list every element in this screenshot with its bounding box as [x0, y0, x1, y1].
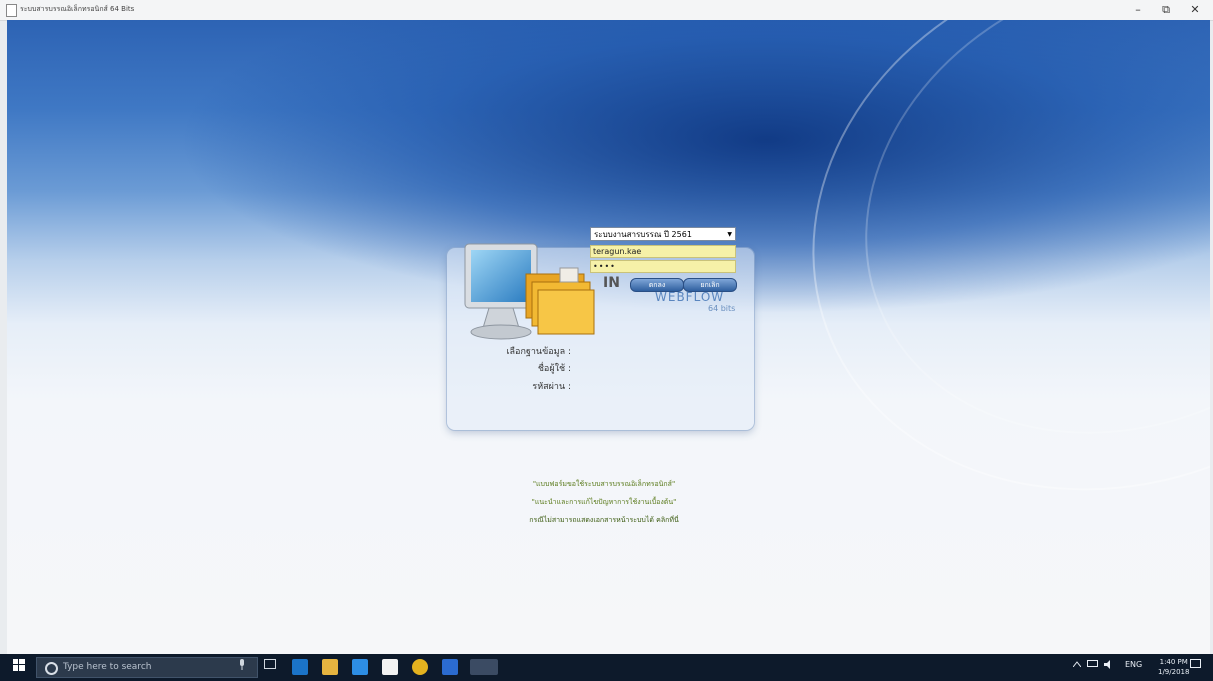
chrome-icon[interactable]	[412, 659, 428, 675]
password-label: รหัสผ่าน :	[532, 382, 571, 392]
minimize-button[interactable]: –	[1124, 1, 1152, 19]
chevron-down-icon: ▼	[727, 231, 732, 238]
database-label: เลือกฐานข้อมูล :	[506, 347, 571, 357]
password-field[interactable]: ••••	[590, 260, 736, 273]
troubleshooting-link[interactable]: "แนะนำและการแก้ไขปัญหาการใช้งานเบื้องต้น…	[460, 493, 748, 511]
username-label: ชื่อผู้ใช้ :	[537, 364, 571, 374]
clock-date: 1/9/2018	[1158, 668, 1190, 676]
volume-icon[interactable]	[1104, 660, 1115, 671]
microphone-icon[interactable]	[234, 659, 250, 675]
windows-start-icon[interactable]	[8, 659, 30, 677]
language-indicator[interactable]: ENG	[1125, 660, 1142, 669]
window-title: ระบบสารบรรณอิเล็กทรอนิกส์ 64 Bits	[20, 5, 135, 13]
brand-bits: 64 bits	[708, 304, 736, 313]
page-icon	[6, 4, 17, 17]
window-titlebar: ระบบสารบรรณอิเล็กทรอนิกส์ 64 Bits – ⧉ ✕	[0, 0, 1213, 21]
tray-chevron-icon[interactable]	[1072, 660, 1082, 669]
brand-logo: WEBFLOW	[655, 290, 725, 304]
taskbar-clock[interactable]: 1:40 PM 1/9/2018	[1158, 657, 1189, 677]
task-view-icon[interactable]	[262, 659, 278, 675]
document-display-help-link[interactable]: กรณีไม่สามารถแสดงเอกสารหน้าระบบได้ คลิกท…	[460, 511, 748, 529]
taskbar-search-input[interactable]: Type here to search	[36, 657, 258, 678]
network-icon[interactable]	[1087, 660, 1098, 671]
cortana-icon	[45, 662, 58, 675]
form-request-link[interactable]: "แบบฟอร์มขอใช้ระบบสารบรรณอิเล็กทรอนิกส์"	[460, 475, 748, 493]
notifications-icon[interactable]	[1187, 659, 1203, 675]
remote-app-icon[interactable]	[442, 659, 458, 675]
mail-icon[interactable]	[382, 659, 398, 675]
database-selected-value: ระบบงานสารบรรณ ปี 2561	[594, 230, 692, 239]
username-field[interactable]: teragun.kae	[590, 245, 736, 258]
edge-browser-icon[interactable]	[292, 659, 308, 675]
folders-icon	[525, 267, 595, 335]
clock-time: 1:40 PM	[1159, 658, 1188, 666]
file-explorer-icon[interactable]	[322, 659, 338, 675]
store-icon[interactable]	[352, 659, 368, 675]
help-links: "แบบฟอร์มขอใช้ระบบสารบรรณอิเล็กทรอนิกส์"…	[460, 475, 748, 529]
brand-prefix: IN	[603, 275, 620, 291]
active-window-icon[interactable]	[470, 659, 498, 675]
database-select[interactable]: ระบบงานสารบรรณ ปี 2561 ▼	[590, 227, 736, 241]
taskbar: Type here to search ENG 1:40 PM 1/9/2018	[0, 654, 1213, 681]
close-button[interactable]: ✕	[1181, 1, 1209, 19]
search-placeholder: Type here to search	[63, 662, 152, 672]
maximize-button[interactable]: ⧉	[1152, 1, 1180, 19]
